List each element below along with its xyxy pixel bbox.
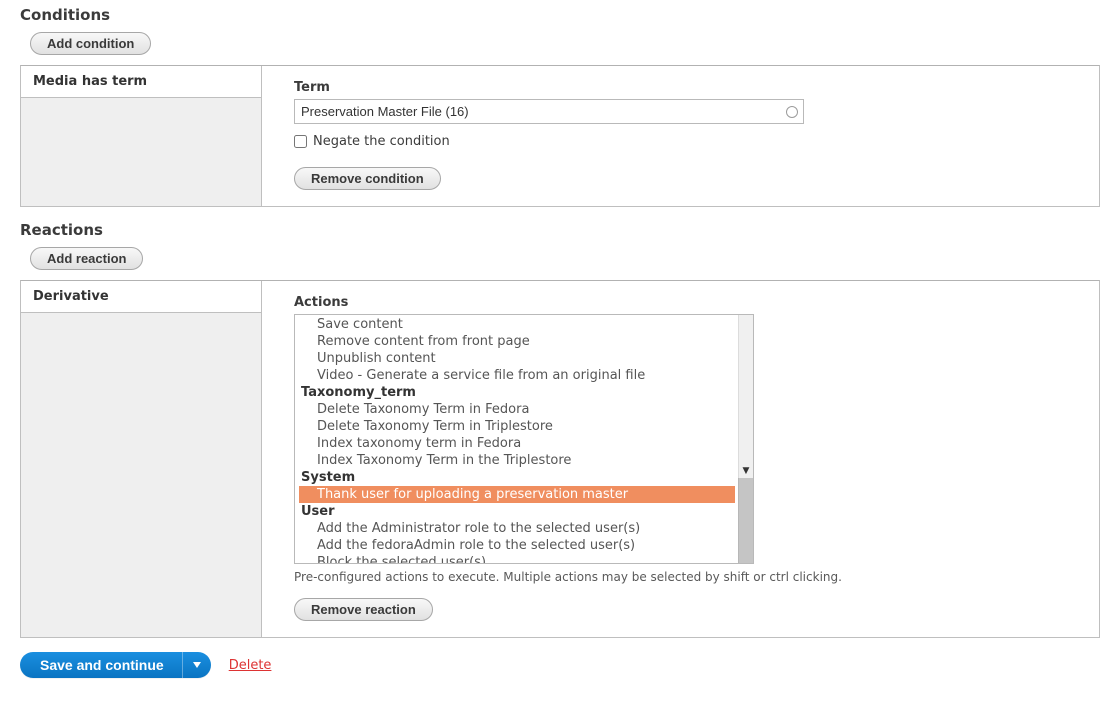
negate-condition-checkbox[interactable] [294,135,307,148]
save-and-continue-button[interactable]: Save and continue [20,652,182,678]
action-option[interactable]: Add the Administrator role to the select… [295,520,739,537]
action-optgroup-taxonomy: Taxonomy_term [295,384,739,401]
actions-helper-text: Pre-configured actions to execute. Multi… [294,570,1081,584]
term-label: Term [294,80,1081,95]
action-option[interactable]: Block the selected user(s) [295,554,739,563]
reaction-body: Actions Save content Remove content from… [262,281,1099,637]
action-option[interactable]: Video - Generate a service file from an … [295,367,739,384]
action-option[interactable]: Save content [295,316,739,333]
actions-multiselect[interactable]: Save content Remove content from front p… [294,314,754,564]
scrollbar-thumb[interactable] [738,478,753,564]
reaction-block: Derivative Actions Save content Remove c… [20,280,1100,638]
add-reaction-button[interactable]: Add reaction [30,247,143,270]
action-option[interactable]: Add the fedoraAdmin role to the selected… [295,537,739,554]
condition-tabs: Media has term [21,66,262,206]
action-option[interactable]: Index taxonomy term in Fedora [295,435,739,452]
condition-body: Term Negate the condition Remove conditi… [262,66,1099,206]
save-dropdown-toggle[interactable] [182,652,211,678]
reaction-tab-derivative[interactable]: Derivative [21,281,261,313]
negate-condition-row[interactable]: Negate the condition [294,134,1081,149]
action-option[interactable]: Unpublish content [295,350,739,367]
chevron-down-icon [193,662,201,668]
condition-tab-media-has-term[interactable]: Media has term [21,66,261,98]
action-optgroup-system: System [295,469,739,486]
remove-condition-button[interactable]: Remove condition [294,167,441,190]
action-optgroup-user: User [295,503,739,520]
scrollbar[interactable]: ▼ [738,315,753,563]
term-input[interactable] [294,99,804,124]
actions-label: Actions [294,295,1081,310]
remove-reaction-button[interactable]: Remove reaction [294,598,433,621]
autocomplete-icon [786,106,798,118]
delete-link[interactable]: Delete [229,658,272,673]
add-condition-button[interactable]: Add condition [30,32,151,55]
negate-condition-label: Negate the condition [313,134,450,149]
condition-block: Media has term Term Negate the condition… [20,65,1100,207]
action-option[interactable]: Delete Taxonomy Term in Triplestore [295,418,739,435]
scroll-down-icon[interactable]: ▼ [739,466,753,478]
conditions-heading: Conditions [20,6,1100,24]
reaction-tabs: Derivative [21,281,262,637]
action-option[interactable]: Delete Taxonomy Term in Fedora [295,401,739,418]
save-and-continue-splitbutton: Save and continue [20,652,211,678]
reactions-heading: Reactions [20,221,1100,239]
action-option[interactable]: Remove content from front page [295,333,739,350]
form-footer: Save and continue Delete [20,652,1100,678]
action-option[interactable]: Index Taxonomy Term in the Triplestore [295,452,739,469]
action-option-selected[interactable]: Thank user for uploading a preservation … [299,486,735,503]
